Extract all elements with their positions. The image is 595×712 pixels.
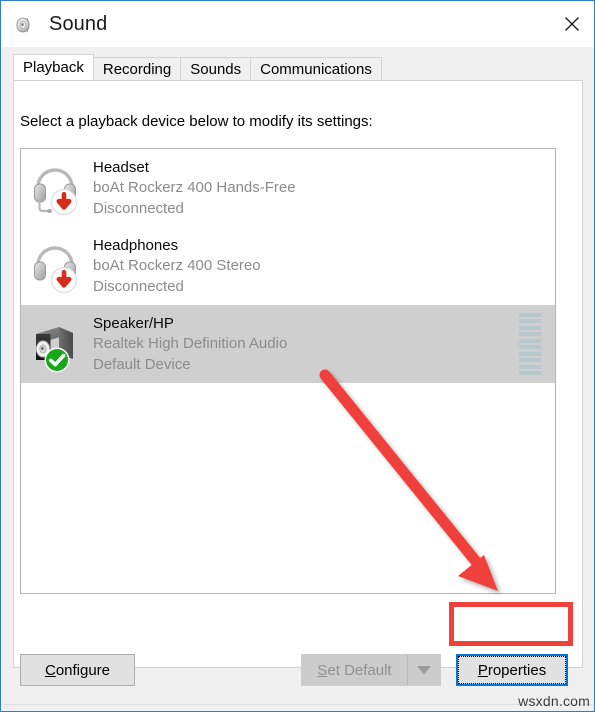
volume-level-meter [519, 313, 541, 375]
meter-segment [519, 358, 541, 363]
configure-label-rest: onfigure [55, 661, 111, 679]
meter-segment [519, 370, 541, 375]
tab-playback[interactable]: Playback [13, 54, 94, 81]
device-text-headset: Headset boAt Rockerz 400 Hands-Free Disc… [93, 158, 555, 219]
tab-strip: Playback Recording Sounds Communications [13, 54, 583, 81]
device-text-speaker-hp: Speaker/HP Realtek High Definition Audio… [93, 314, 519, 375]
headset-icon [29, 158, 85, 218]
watermark-label: wsxdn.com [518, 693, 590, 709]
properties-focus-rect: Properties [458, 656, 566, 684]
meter-segment [519, 319, 541, 324]
meter-segment [519, 364, 541, 369]
device-description: boAt Rockerz 400 Stereo [93, 256, 261, 274]
configure-button[interactable]: Configure [20, 654, 135, 686]
meter-segment [519, 351, 541, 356]
device-list-item-headphones[interactable]: Headphones boAt Rockerz 400 Stereo Disco… [21, 227, 555, 305]
device-status: Disconnected [93, 199, 184, 217]
tab-sounds-label: Sounds [190, 61, 242, 78]
instruction-label: Select a playback device below to modify… [20, 113, 373, 130]
tab-recording-label: Recording [102, 61, 172, 78]
set-default-accel: S [317, 661, 328, 679]
device-description: boAt Rockerz 400 Hands-Free [93, 178, 296, 196]
tab-recording[interactable]: Recording [92, 57, 182, 81]
chevron-down-icon[interactable] [408, 655, 440, 685]
meter-segment [519, 325, 541, 330]
tab-communications[interactable]: Communications [250, 57, 382, 81]
device-text-headphones: Headphones boAt Rockerz 400 Stereo Disco… [93, 236, 555, 297]
speaker-icon [14, 13, 38, 37]
device-status: Default Device [93, 355, 191, 373]
dialog-client-area: Playback Recording Sounds Communications… [2, 47, 594, 711]
device-name: Headphones [93, 236, 179, 254]
configure-accel: C [44, 661, 56, 679]
sound-dialog-window: Sound Playback Recording Sounds Communic… [0, 0, 595, 712]
set-default-split-button[interactable]: Set Default [301, 654, 441, 686]
tab-sounds[interactable]: Sounds [180, 57, 252, 81]
meter-segment [519, 345, 541, 350]
meter-segment [519, 338, 541, 343]
meter-segment [519, 313, 541, 317]
tab-playback-label: Playback [23, 59, 84, 76]
set-default-button[interactable]: Set Default [302, 655, 408, 685]
device-name: Headset [93, 158, 149, 176]
device-status: Disconnected [93, 277, 184, 295]
playback-device-list[interactable]: Headset boAt Rockerz 400 Hands-Free Disc… [20, 148, 556, 594]
tab-communications-label: Communications [260, 61, 372, 78]
device-list-item-speaker-hp[interactable]: Speaker/HP Realtek High Definition Audio… [21, 305, 555, 383]
title-bar: Sound [2, 2, 594, 47]
properties-button[interactable]: Properties [456, 654, 568, 686]
meter-segment [519, 332, 541, 337]
close-icon[interactable] [549, 2, 594, 46]
window-title: Sound [49, 13, 108, 35]
device-list-item-headset[interactable]: Headset boAt Rockerz 400 Hands-Free Disc… [21, 149, 555, 227]
headphones-icon [29, 236, 85, 296]
speaker-box-icon [29, 314, 85, 374]
set-default-label-rest: et Default [327, 661, 392, 679]
properties-accel: P [477, 661, 488, 679]
device-name: Speaker/HP [93, 314, 174, 332]
device-description: Realtek High Definition Audio [93, 334, 288, 352]
bottom-divider [2, 704, 594, 705]
properties-label-rest: roperties [487, 661, 547, 679]
